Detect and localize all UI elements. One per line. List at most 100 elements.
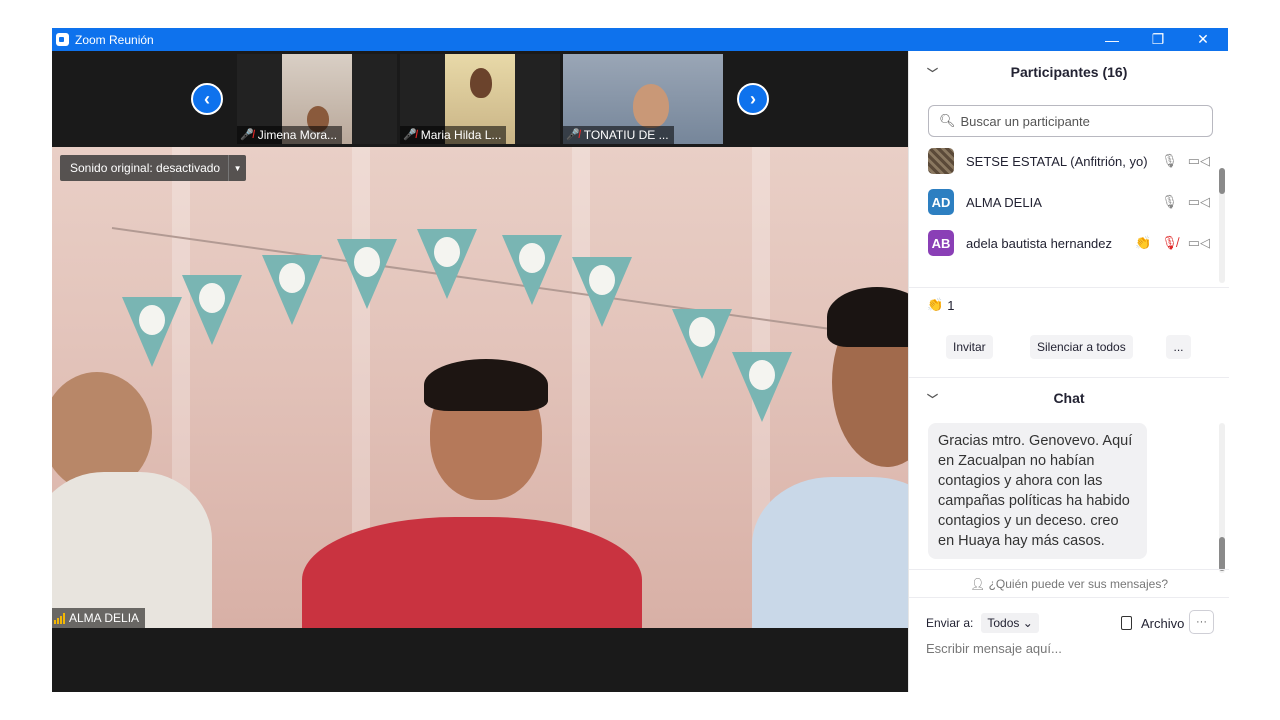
who-can-see-text: ¿Quién puede ver sus mensajes? (988, 577, 1168, 591)
chevron-left-icon: ‹ (204, 88, 210, 109)
more-options-button[interactable]: ... (1166, 335, 1191, 359)
participant-thumbnail[interactable]: 🎤̸ Maria Hilda L... (400, 54, 560, 144)
participant-name: ALMA DELIA (966, 194, 1042, 210)
avatar: AD (928, 189, 954, 215)
participants-title: Participantes (16) (1010, 64, 1128, 80)
title-bar: Zoom Reunión — ❐ ✕ (52, 28, 1228, 51)
window-title: Zoom Reunión (75, 33, 154, 47)
participant-status-icons: 👏 🎙︎̸ ▭◁ (1135, 235, 1210, 251)
divider (909, 597, 1229, 598)
chevron-down-icon[interactable]: ▼ (228, 155, 246, 181)
thumbnail-name: Maria Hilda L... (420, 128, 502, 142)
chat-header: ﹀ Chat (909, 377, 1229, 419)
zoom-window: Zoom Reunión — ❐ ✕ ‹ 🎤̸ Jimena Mora... 🎤… (52, 28, 1229, 692)
file-icon (1121, 616, 1132, 630)
mic-icon[interactable]: 🎙︎ (1161, 194, 1178, 210)
next-page-button[interactable]: › (737, 83, 769, 115)
pennant (122, 297, 182, 367)
chat-message-input[interactable]: Escribir mensaje aquí... (926, 641, 1216, 661)
zoom-logo-icon (56, 33, 69, 46)
speaker-name: ALMA DELIA (69, 611, 140, 625)
participant-face (470, 68, 492, 98)
scrollbar-thumb[interactable] (1219, 537, 1225, 571)
send-to-dropdown[interactable]: Todos ⌄ (981, 613, 1039, 633)
chat-message: Gracias mtro. Genovevo. Aquí en Zacualpa… (928, 423, 1147, 559)
pennant (182, 275, 242, 345)
mic-muted-icon[interactable]: 🎙︎̸ (1161, 235, 1178, 251)
participant-search-input[interactable]: 🔍︎ Buscar un participante (928, 105, 1213, 137)
camera-icon[interactable]: ▭◁ (1188, 153, 1210, 169)
chat-title: Chat (1053, 390, 1085, 406)
send-row: Enviar a: Todos ⌄ Archivo ··· (926, 610, 1216, 635)
prev-page-button[interactable]: ‹ (191, 83, 223, 115)
thumbnail-label: 🎤̸ Maria Hilda L... (400, 126, 507, 144)
participant-shirt-left (52, 472, 212, 628)
chevron-right-icon: › (750, 88, 756, 109)
participant-name: adela bautista hernandez (966, 235, 1113, 251)
thumbnail-label: 🎤̸ Jimena Mora... (237, 126, 343, 144)
participant-shirt-right (752, 477, 908, 628)
scrollbar-thumb[interactable] (1219, 168, 1225, 194)
speaker-name-label: ALMA DELIA (52, 608, 146, 628)
participants-header: ﹀ Participantes (16) (909, 51, 1229, 93)
send-to-label: Enviar a: (926, 616, 974, 630)
participant-face (633, 84, 669, 128)
thumbnail-name: TONATIU DE ... (583, 128, 669, 142)
video-area: ‹ 🎤̸ Jimena Mora... 🎤̸ Maria Hilda L... (52, 51, 908, 692)
pennant (672, 309, 732, 379)
speaker-hair (424, 359, 548, 411)
participant-name: SETSE ESTATAL (Anfitrión, yo) (966, 153, 1148, 169)
active-speaker-video: Sonido original: desactivado ▼ ALMA DELI… (52, 147, 908, 628)
collapse-chat-chevron-icon[interactable]: ﹀ (927, 391, 938, 407)
chat-scrollbar[interactable] (1219, 423, 1225, 573)
participant-status-icons: 🎙︎ ▭◁ (1161, 153, 1210, 169)
thumbnail-label: 🎤̸ TONATIU DE ... (563, 126, 674, 144)
restore-button[interactable]: ❐ (1135, 28, 1181, 51)
participant-hair-right (827, 287, 908, 347)
pennant (572, 257, 632, 327)
camera-icon[interactable]: ▭◁ (1188, 235, 1210, 251)
thumbnail-name: Jimena Mora... (257, 128, 338, 142)
clap-reaction-icon: 👏 (927, 297, 944, 312)
pennant (262, 255, 322, 325)
clap-reaction-icon: 👏 (1135, 235, 1152, 250)
thumbnail-strip: ‹ 🎤̸ Jimena Mora... 🎤̸ Maria Hilda L... (52, 51, 908, 147)
participant-row[interactable]: AD ALMA DELIA 🎙︎ ▭◁ (928, 184, 1218, 220)
participant-status-icons: 🎙︎ ▭◁ (1161, 194, 1210, 210)
minimize-button[interactable]: — (1089, 28, 1135, 51)
mic-muted-icon: 🎤̸ (403, 129, 417, 141)
divider (909, 569, 1229, 570)
original-sound-label: Sonido original: desactivado (70, 161, 221, 175)
chevron-down-icon: ⌄ (1022, 616, 1033, 630)
speaker-blouse (302, 517, 642, 628)
mic-muted-icon: 🎤̸ (240, 129, 254, 141)
collapse-participants-chevron-icon[interactable]: ﹀ (927, 65, 938, 81)
mute-all-button[interactable]: Silenciar a todos (1030, 335, 1133, 359)
close-button[interactable]: ✕ (1180, 28, 1226, 51)
connection-signal-icon (54, 612, 65, 624)
invite-button[interactable]: Invitar (946, 335, 993, 359)
who-can-see-link[interactable]: 👤︎ ¿Quién puede ver sus mensajes? (909, 577, 1229, 591)
participant-thumbnail[interactable]: 🎤̸ Jimena Mora... (237, 54, 397, 144)
clap-count-value: 1 (947, 297, 955, 313)
pennant (732, 352, 792, 422)
participant-row[interactable]: SETSE ESTATAL (Anfitrión, yo) 🎙︎ ▭◁ (928, 143, 1218, 179)
file-button[interactable]: Archivo (1121, 611, 1184, 635)
participant-row[interactable]: AB adela bautista hernandez 👏 🎙︎̸ ▭◁ (928, 225, 1218, 261)
side-panel: ﹀ Participantes (16) 🔍︎ Buscar un partic… (908, 51, 1229, 692)
avatar: AB (928, 230, 954, 256)
participants-scrollbar[interactable] (1219, 168, 1225, 283)
original-sound-toggle[interactable]: Sonido original: desactivado ▼ (60, 155, 247, 181)
chat-more-button[interactable]: ··· (1189, 610, 1214, 634)
participant-thumbnail[interactable]: 🎤̸ TONATIU DE ... (563, 54, 723, 144)
participant-list: SETSE ESTATAL (Anfitrión, yo) 🎙︎ ▭◁ AD A… (909, 143, 1229, 258)
send-to-value: Todos (987, 616, 1020, 630)
mic-icon[interactable]: 🎙︎ (1161, 153, 1178, 169)
mic-muted-icon: 🎤̸ (566, 129, 580, 141)
divider (909, 287, 1229, 288)
pennant (502, 235, 562, 305)
file-label: Archivo (1141, 615, 1185, 631)
pennant (417, 229, 477, 299)
camera-icon[interactable]: ▭◁ (1188, 194, 1210, 210)
pennant (337, 239, 397, 309)
